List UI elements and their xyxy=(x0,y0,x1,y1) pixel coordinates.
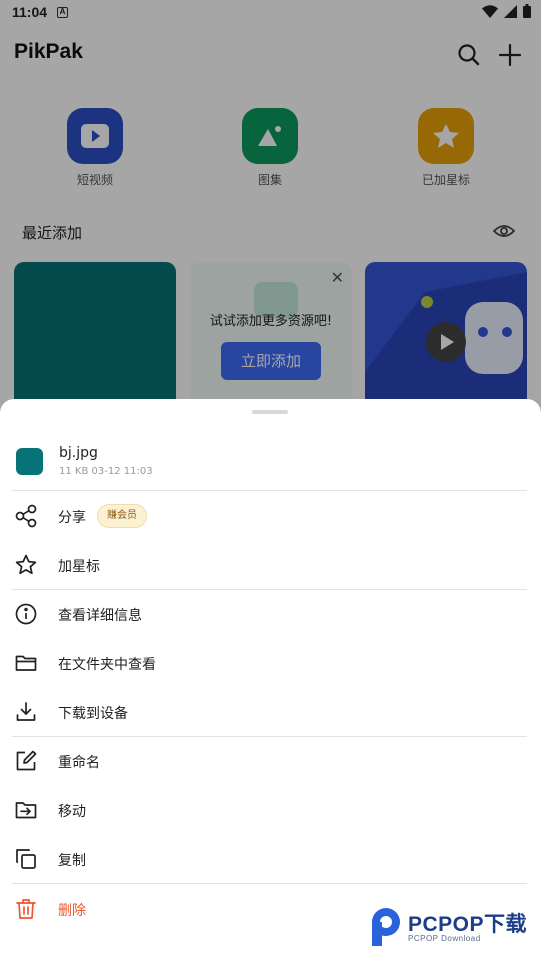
info-icon xyxy=(15,603,37,625)
move-icon xyxy=(15,802,37,819)
sheet-drag-handle[interactable] xyxy=(252,410,288,414)
trash-icon xyxy=(16,899,36,919)
action-label: 删除 xyxy=(58,903,86,919)
action-label: 下载到设备 xyxy=(58,706,128,722)
divider xyxy=(12,589,527,590)
action-label: 分享 xyxy=(58,510,86,526)
action-label: 复制 xyxy=(58,853,86,869)
action-download[interactable]: 下载到设备 xyxy=(0,689,541,735)
file-name: bj.jpg xyxy=(59,445,98,461)
download-icon xyxy=(16,702,36,721)
copy-icon xyxy=(16,849,36,869)
action-share[interactable]: 分享 赚会员 xyxy=(0,493,541,539)
folder-icon xyxy=(15,655,37,671)
action-rename[interactable]: 重命名 xyxy=(0,738,541,784)
file-meta: 11 KB 03-12 11:03 xyxy=(59,466,153,477)
watermark: PCPOP下载 PCPOP Download xyxy=(367,906,533,950)
pcpop-logo-icon xyxy=(372,908,400,946)
action-label: 查看详细信息 xyxy=(58,608,142,624)
action-label: 在文件夹中查看 xyxy=(58,657,156,673)
action-copy[interactable]: 复制 xyxy=(0,836,541,882)
rename-icon xyxy=(16,750,37,771)
action-label: 重命名 xyxy=(58,755,100,771)
divider xyxy=(12,736,527,737)
action-details[interactable]: 查看详细信息 xyxy=(0,591,541,637)
action-move[interactable]: 移动 xyxy=(0,787,541,833)
action-star[interactable]: 加星标 xyxy=(0,542,541,588)
star-outline-icon xyxy=(15,554,37,575)
earn-vip-badge[interactable]: 赚会员 xyxy=(97,504,147,528)
file-thumbnail xyxy=(16,448,43,475)
share-icon xyxy=(15,504,37,528)
action-label: 加星标 xyxy=(58,559,100,575)
file-action-sheet: bj.jpg 11 KB 03-12 11:03 分享 赚会员 加星标 查看详细… xyxy=(0,399,541,963)
divider xyxy=(12,883,527,884)
divider xyxy=(12,490,527,491)
action-show-in-folder[interactable]: 在文件夹中查看 xyxy=(0,640,541,686)
watermark-subtext: PCPOP Download xyxy=(408,934,481,943)
action-label: 移动 xyxy=(58,804,86,820)
